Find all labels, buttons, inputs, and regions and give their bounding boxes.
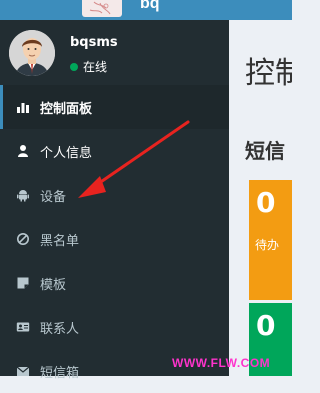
dashboard-icon bbox=[16, 100, 30, 114]
section-title: 短信 bbox=[245, 139, 285, 163]
sidebar-item-label: 个人信息 bbox=[40, 145, 93, 161]
stat-value: 0 bbox=[256, 186, 276, 219]
sidebar-item-blacklist[interactable]: 黑名单 bbox=[0, 217, 229, 261]
sidebar-item-label: 联系人 bbox=[40, 321, 80, 337]
stat-value: 0 bbox=[256, 309, 276, 342]
user-panel: bqsms 在线 bbox=[0, 20, 229, 85]
status-text: 在线 bbox=[83, 60, 108, 74]
sidebar-item-label: 模板 bbox=[40, 277, 67, 293]
logo-image bbox=[82, 0, 122, 17]
android-icon bbox=[16, 188, 30, 202]
stat-label: 待办 bbox=[255, 238, 280, 252]
user-status: 在线 bbox=[70, 58, 107, 75]
sidebar-item-contacts[interactable]: 联系人 bbox=[0, 305, 229, 349]
user-icon bbox=[16, 144, 30, 158]
sidebar-item-dashboard[interactable]: 控制面板 bbox=[0, 85, 229, 129]
user-name: bqsms bbox=[70, 35, 118, 50]
sidebar-item-label: 短信箱 bbox=[40, 365, 80, 381]
sidebar-item-devices[interactable]: 设备 bbox=[0, 173, 229, 217]
main-content: 控制面板 短信 0 待办 0 bbox=[229, 20, 292, 376]
avatar bbox=[9, 30, 55, 76]
brand-name[interactable]: bq bbox=[140, 0, 160, 13]
stat-card-pending[interactable]: 0 待办 bbox=[249, 180, 292, 300]
address-card-icon bbox=[16, 320, 30, 334]
online-indicator-icon bbox=[70, 62, 78, 71]
sticky-note-icon bbox=[16, 276, 30, 290]
sidebar-item-label: 设备 bbox=[40, 189, 67, 205]
sidebar-item-templates[interactable]: 模板 bbox=[0, 261, 229, 305]
page-title: 控制面板 bbox=[245, 56, 292, 91]
ban-icon bbox=[16, 232, 30, 246]
sidebar-item-label: 控制面板 bbox=[40, 101, 93, 117]
sidebar-menu: 控制面板 个人信息 设备 黑名单 模板 联系人 短信箱 bbox=[0, 85, 229, 393]
watermark: WWW.FLW.COM bbox=[172, 356, 271, 370]
sidebar-item-profile[interactable]: 个人信息 bbox=[0, 129, 229, 173]
top-header: bq bbox=[0, 0, 292, 20]
sidebar-item-label: 黑名单 bbox=[40, 233, 80, 249]
sidebar: bqsms 在线 控制面板 个人信息 设备 黑名单 模板 联系人 短信箱 bbox=[0, 20, 229, 381]
